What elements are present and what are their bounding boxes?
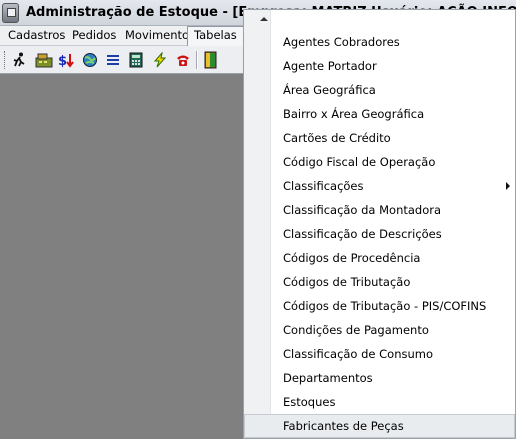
menu-item-label: Agente Portador	[283, 59, 377, 73]
menu-item-agentes-cobradores[interactable]: Agentes Cobradores	[244, 30, 515, 54]
menu-pedidos[interactable]: Pedidos	[66, 26, 122, 46]
menu-item-classificacao-consumo[interactable]: Classificação de Consumo	[244, 342, 515, 366]
menu-item-cartoes-de-credito[interactable]: Cartões de Crédito	[244, 126, 515, 150]
menu-item-label: Classificações	[283, 179, 364, 193]
menu-item-condicoes-pagamento[interactable]: Condições de Pagamento	[244, 318, 515, 342]
menu-item-label: Classificação de Consumo	[283, 347, 434, 361]
menu-item-label: Classificação da Montadora	[283, 203, 442, 217]
telephone-icon[interactable]	[173, 50, 193, 70]
menu-item-codigos-tributacao-pis-cofins[interactable]: Códigos de Tributação - PIS/COFINS	[244, 294, 515, 318]
menu-item-label: Fabricantes de Peças	[283, 419, 404, 433]
menu-item-label: Classificação de Descrições	[283, 227, 442, 241]
menu-scroll-up-button[interactable]	[244, 10, 515, 30]
menu-item-label: Condições de Pagamento	[283, 323, 429, 337]
menu-item-label: Bairro x Área Geográfica	[283, 107, 425, 121]
menu-item-label: Códigos de Tributação	[283, 275, 411, 289]
menu-item-classificacoes[interactable]: Classificações	[244, 174, 515, 198]
menu-item-area-geografica[interactable]: Área Geográfica	[244, 78, 515, 102]
menu-item-estoques[interactable]: Estoques	[244, 390, 515, 414]
menu-item-label: Departamentos	[283, 371, 373, 385]
price-change-icon[interactable]: $	[57, 50, 77, 70]
list-icon[interactable]	[103, 50, 123, 70]
menu-item-label: Agentes Cobradores	[283, 35, 400, 49]
svg-text:$: $	[58, 54, 67, 68]
menu-item-label: Área Geográfica	[283, 83, 376, 97]
toolbar-separator	[196, 51, 198, 69]
menu-item-agente-portador[interactable]: Agente Portador	[244, 54, 515, 78]
menu-item-label: Cartões de Crédito	[283, 131, 391, 145]
app-icon[interactable]	[2, 3, 19, 23]
scroll-up-arrow-icon	[260, 17, 268, 21]
menu-item-classificacao-descricoes[interactable]: Classificação de Descrições	[244, 222, 515, 246]
door-exit-icon[interactable]	[201, 50, 221, 70]
runner-exit-icon[interactable]	[9, 50, 29, 70]
menu-item-codigos-tributacao[interactable]: Códigos de Tributação	[244, 270, 515, 294]
menu-item-classificacao-montadora[interactable]: Classificação da Montadora	[244, 198, 515, 222]
menu-cadastros[interactable]: Cadastros	[2, 26, 71, 46]
menu-item-fabricantes-de-pecas[interactable]: Fabricantes de Peças	[244, 414, 515, 438]
calculator-icon[interactable]	[126, 50, 146, 70]
menu-item-bairro-area-geografica[interactable]: Bairro x Área Geográfica	[244, 102, 515, 126]
globe-icon[interactable]	[80, 50, 100, 70]
menu-item-label: Estoques	[283, 395, 336, 409]
menu-item-departamentos[interactable]: Departamentos	[244, 366, 515, 390]
menu-movimento[interactable]: Movimento	[119, 26, 195, 46]
menu-item-label: Códigos de Tributação - PIS/COFINS	[283, 299, 487, 313]
menu-item-label: Código Fiscal de Operação	[283, 155, 436, 169]
menu-item-codigo-fiscal-operacao[interactable]: Código Fiscal de Operação	[244, 150, 515, 174]
menu-item-codigos-procedencia[interactable]: Códigos de Procedência	[244, 246, 515, 270]
cash-register-icon[interactable]	[34, 50, 54, 70]
menu-item-label: Códigos de Procedência	[283, 251, 421, 265]
submenu-arrow-icon	[506, 182, 510, 190]
tabelas-dropdown-menu: Agentes Cobradores Agente Portador Área …	[243, 9, 516, 439]
menu-tabelas[interactable]: Tabelas	[187, 26, 244, 46]
lightning-icon[interactable]	[150, 50, 170, 70]
toolbar-grip[interactable]	[4, 51, 7, 69]
